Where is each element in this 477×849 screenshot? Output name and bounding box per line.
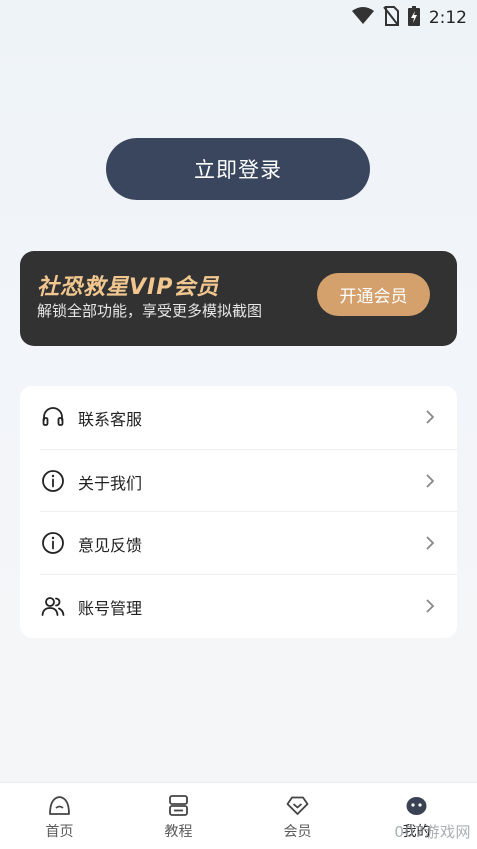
battery-charging-icon	[407, 6, 420, 30]
no-sim-icon	[383, 6, 399, 30]
status-icons: 2:12	[351, 6, 467, 30]
open-vip-button[interactable]: 开通会员	[317, 273, 430, 316]
tab-vip[interactable]: 会员	[238, 783, 357, 849]
menu-item-label: 意见反馈	[78, 536, 143, 555]
watermark: 007游戏网	[394, 823, 471, 841]
headset-icon	[41, 405, 65, 429]
menu-item-feedback[interactable]: 意见反馈	[20, 512, 457, 575]
vip-subtitle: 解锁全部功能，享受更多模拟截图	[37, 302, 263, 320]
tutorial-icon	[166, 793, 191, 818]
chevron-right-icon	[425, 409, 435, 425]
wifi-icon	[351, 7, 374, 29]
tab-label: 会员	[283, 824, 312, 840]
menu-item-contact-service[interactable]: 联系客服	[20, 386, 457, 449]
users-icon	[41, 594, 65, 618]
chevron-right-icon	[425, 535, 435, 551]
info-icon	[41, 531, 65, 555]
home-icon	[47, 793, 72, 818]
chevron-right-icon	[425, 473, 435, 489]
tab-label: 首页	[45, 824, 74, 840]
vip-title: 社恐救星VIP会员	[37, 275, 220, 300]
status-time: 2:12	[428, 8, 467, 28]
tab-label: 教程	[164, 824, 193, 840]
chevron-right-icon	[425, 598, 435, 614]
profile-icon	[404, 793, 429, 818]
settings-menu: 联系客服 关于我们 意见反馈 账号管理	[20, 386, 457, 638]
tab-home[interactable]: 首页	[0, 783, 119, 849]
info-icon	[41, 469, 65, 493]
menu-item-label: 联系客服	[78, 410, 143, 429]
menu-item-label: 关于我们	[78, 474, 143, 493]
menu-item-label: 账号管理	[78, 599, 143, 618]
menu-item-account-management[interactable]: 账号管理	[20, 575, 457, 638]
menu-item-about-us[interactable]: 关于我们	[20, 450, 457, 513]
status-bar: 2:12	[0, 0, 477, 34]
vip-icon	[285, 793, 310, 818]
login-button[interactable]: 立即登录	[106, 138, 370, 200]
vip-banner[interactable]: 社恐救星VIP会员 解锁全部功能，享受更多模拟截图 开通会员	[20, 251, 457, 346]
tab-tutorial[interactable]: 教程	[119, 783, 238, 849]
